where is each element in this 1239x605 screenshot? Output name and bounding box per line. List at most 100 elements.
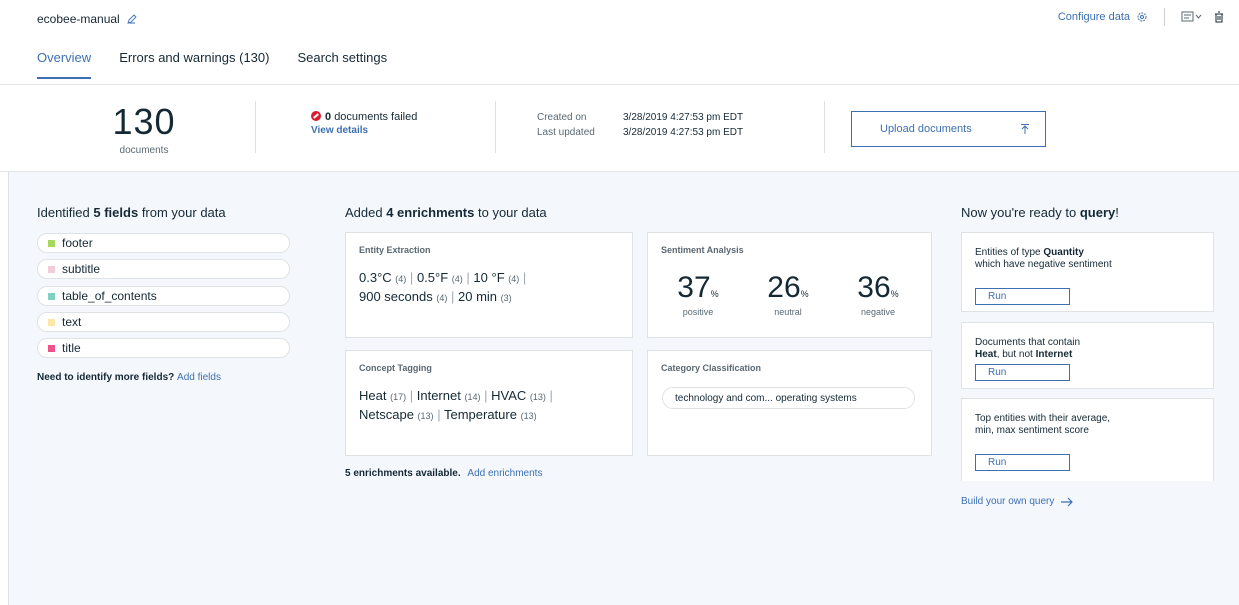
updated-label: Last updated	[537, 127, 595, 138]
trash-icon[interactable]	[1213, 11, 1225, 23]
configure-data-link[interactable]: Configure data	[1058, 11, 1148, 23]
concept-list: Heat (17) | Internet (14) | HVAC (13) | …	[359, 387, 619, 425]
collection-title-row: ecobee-manual	[37, 12, 138, 26]
sentiment-neutral-value: 26	[767, 271, 801, 304]
upload-documents-button[interactable]: Upload documents	[851, 111, 1046, 147]
field-label: title	[62, 341, 81, 355]
fields-heading-pre: Identified	[37, 205, 90, 220]
query-card-top-entities: Top entities with their average, min, ma…	[961, 398, 1214, 481]
api-dropdown-icon[interactable]	[1181, 11, 1203, 23]
separator: |	[437, 407, 441, 422]
enrichments-heading-bold: 4 enrichments	[386, 205, 475, 220]
run-button[interactable]: Run	[975, 454, 1070, 471]
entity-count: (4)	[395, 274, 407, 284]
query-text: which have negative sentiment	[975, 259, 1112, 270]
field-pill-title[interactable]: title	[37, 338, 290, 358]
field-color-swatch	[48, 292, 55, 300]
failed-documents: 0 documents failed View details	[311, 111, 417, 136]
field-color-swatch	[48, 318, 55, 326]
need-more-fields: Need to identify more fields? Add fields	[37, 372, 221, 383]
sentiment-negative-value: 36	[857, 271, 891, 304]
separator: |	[409, 388, 414, 403]
run-button[interactable]: Run	[975, 364, 1070, 381]
query-heading: Now you're ready to query!	[961, 205, 1119, 220]
tab-errors-and-warnings[interactable]: Errors and warnings (130)	[119, 50, 269, 79]
entity-count: (4)	[508, 274, 520, 284]
percent-unit: %	[800, 289, 809, 299]
entity-value: 10 °F	[473, 270, 505, 285]
field-pill-table-of-contents[interactable]: table_of_contents	[37, 286, 290, 306]
header-divider	[1164, 8, 1165, 26]
field-label: subtitle	[62, 262, 101, 276]
entity-count: (3)	[500, 293, 512, 303]
created-label: Created on	[537, 112, 587, 123]
concept-value: Temperature	[443, 407, 517, 422]
divider	[255, 101, 256, 153]
category-classification-card[interactable]: Category Classification technology and c…	[647, 350, 932, 456]
field-pill-text[interactable]: text	[37, 312, 290, 332]
query-text-bold: Heat	[975, 349, 997, 360]
entity-count: (4)	[451, 274, 463, 284]
enrichments-footer: 5 enrichments available. Add enrichments	[345, 468, 542, 479]
query-text-bold: Internet	[1035, 349, 1073, 360]
sentiment-neutral-label: neutral	[774, 307, 802, 317]
tab-overview[interactable]: Overview	[37, 50, 92, 79]
field-label: footer	[62, 236, 93, 250]
concept-value: Heat	[359, 388, 387, 403]
concept-count: (13)	[520, 411, 537, 421]
upload-icon	[1021, 124, 1029, 134]
concept-count: (13)	[529, 392, 546, 402]
enrichments-available-text: 5 enrichments available.	[345, 468, 461, 479]
build-query-link[interactable]: Build your own query	[961, 496, 1074, 507]
entity-value: 0.5°F	[416, 270, 449, 285]
enrichments-heading-pre: Added	[345, 205, 383, 220]
concept-tagging-card[interactable]: Concept Tagging Heat (17) | Internet (14…	[345, 350, 633, 456]
entity-extraction-card[interactable]: Entity Extraction 0.3°C (4) | 0.5°F (4) …	[345, 232, 633, 338]
sentiment-neutral: 26% neutral	[753, 271, 823, 317]
sentiment-positive-value: 37	[677, 271, 711, 304]
add-fields-link[interactable]: Add fields	[177, 372, 221, 383]
field-color-swatch	[48, 265, 55, 273]
updated-value: 3/28/2019 4:27:53 pm EDT	[623, 127, 744, 138]
gear-icon	[1137, 12, 1147, 22]
document-count: 130 documents	[104, 101, 184, 156]
concept-value: Internet	[416, 388, 461, 403]
build-query-label: Build your own query	[961, 496, 1055, 507]
failed-label: documents failed	[334, 111, 418, 123]
card-title: Entity Extraction	[359, 245, 431, 255]
query-card-heat: Documents that contain Heat, but not Int…	[961, 322, 1214, 389]
arrow-right-icon	[1061, 497, 1074, 506]
category-pill[interactable]: technology and com... operating systems	[662, 387, 915, 409]
field-pill-subtitle[interactable]: subtitle	[37, 259, 290, 279]
separator: |	[522, 270, 527, 285]
percent-unit: %	[710, 289, 719, 299]
query-text-bold: Quantity	[1043, 247, 1084, 258]
query-description: Documents that contain Heat, but not Int…	[975, 337, 1175, 361]
card-title: Concept Tagging	[359, 363, 432, 373]
sentiment-positive: 37% positive	[663, 271, 733, 317]
view-details-link[interactable]: View details	[311, 125, 417, 136]
query-heading-bold: query	[1079, 205, 1116, 220]
entity-value: 0.3°C	[359, 270, 392, 285]
separator: |	[409, 270, 414, 285]
edit-icon[interactable]	[126, 13, 138, 25]
add-enrichments-link[interactable]: Add enrichments	[467, 468, 542, 479]
query-description: Top entities with their average, min, ma…	[975, 413, 1111, 436]
percent-unit: %	[890, 289, 899, 299]
query-heading-pre: Now you're ready to	[961, 205, 1077, 220]
sentiment-analysis-card[interactable]: Sentiment Analysis 37% positive 26% neut…	[647, 232, 932, 338]
tab-search-settings[interactable]: Search settings	[297, 50, 387, 79]
field-pill-footer[interactable]: footer	[37, 233, 290, 253]
error-icon	[311, 111, 321, 121]
separator: |	[450, 289, 455, 304]
entity-value: 20 min	[458, 289, 498, 304]
enrichments-heading-post: to your data	[478, 205, 547, 220]
run-button[interactable]: Run	[975, 288, 1070, 305]
query-card-quantity: Entities of type Quantity which have neg…	[961, 232, 1214, 312]
failed-count: 0	[325, 111, 332, 123]
fields-heading-post: from your data	[141, 205, 226, 220]
card-title: Sentiment Analysis	[661, 245, 744, 255]
sentiment-negative: 36% negative	[843, 271, 913, 317]
separator: |	[466, 270, 470, 285]
created-value: 3/28/2019 4:27:53 pm EDT	[623, 112, 744, 123]
